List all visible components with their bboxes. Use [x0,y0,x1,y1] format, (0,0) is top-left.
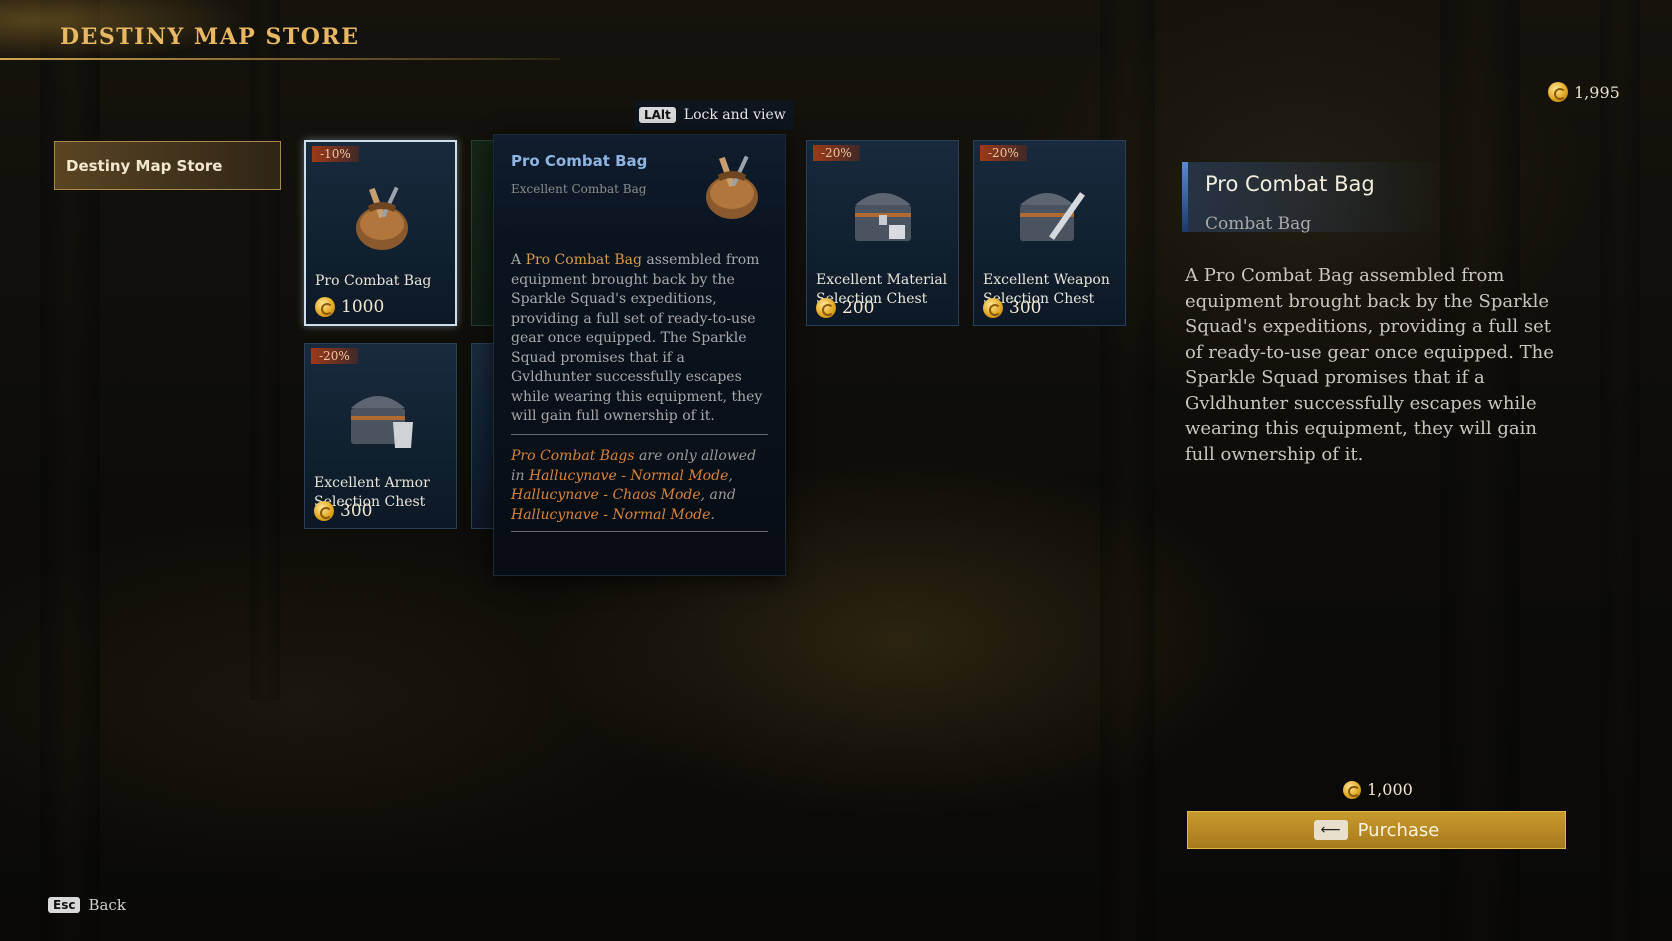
hint-label: Lock and view [683,107,786,123]
highlighted-item-name: Pro Combat Bag [525,252,642,268]
discount-badge: -20% [980,145,1027,161]
tooltip-description: A Pro Combat Bag assembled from equipmen… [511,252,763,424]
currency-amount: 1,995 [1574,82,1620,102]
item-price: 300 [983,298,1041,318]
tooltip-title: Pro Combat Bag [511,152,648,170]
purchase-price: 1,000 [1343,780,1413,799]
discount-badge: -20% [311,348,358,364]
title-underline [0,58,560,60]
esc-key: Esc [48,897,81,913]
coin-icon [314,501,334,521]
purchase-label: Purchase [1357,819,1440,841]
lock-and-view-hint: LAlt Lock and view [635,100,794,130]
divider [511,434,768,435]
price-value: 300 [1009,298,1042,318]
item-price: 300 [314,501,372,521]
coin-icon [1548,82,1568,102]
purchase-button[interactable]: ⟵ Purchase [1187,811,1566,849]
coin-icon [315,297,335,317]
store-item-pro-combat-bag[interactable]: -10% Pro Combat Bag 1000 [304,140,457,326]
coin-icon [983,298,1003,318]
store-item-armor-chest[interactable]: -20% Excellent Armor Selection Chest 300 [304,343,457,529]
store-item-material-chest[interactable]: -20% Excellent Material Selection Chest … [806,140,959,326]
discount-badge: -10% [312,146,359,162]
back-label: Back [88,896,126,914]
back-button[interactable]: Esc Back [48,896,126,914]
price-value: 1,000 [1367,780,1413,799]
detail-description: A Pro Combat Bag assembled from equipmen… [1185,265,1554,465]
tooltip-subtitle: Excellent Combat Bag [511,182,647,196]
item-tooltip: Pro Combat Bag Excellent Combat Bag A Pr… [493,134,786,576]
discount-badge: -20% [813,145,860,161]
tooltip-restriction-note: Pro Combat Bags are only allowed in Hall… [511,448,757,523]
page-title: DESTINY MAP STORE [60,24,360,50]
combat-bag-icon [356,186,408,250]
price-value: 300 [340,501,373,521]
combat-bag-icon [706,155,758,219]
weapon-chest-icon [1020,192,1085,241]
item-price: 200 [816,298,874,318]
sidebar-tab-destiny-map-store[interactable]: Destiny Map Store [54,141,281,190]
store-item-weapon-chest[interactable]: -20% Excellent Weapon Selection Chest 30… [973,140,1126,326]
sidebar-tab-label: Destiny Map Store [66,156,223,175]
coin-icon [816,298,836,318]
detail-subtitle: Combat Bag [1205,214,1312,234]
armor-chest-icon [351,396,413,448]
enter-key-icon: ⟵ [1313,820,1348,840]
divider [511,531,768,532]
lalt-key: LAlt [639,107,676,123]
chest-icon [855,193,911,241]
detail-accent-bar [1182,162,1188,232]
coin-icon [1343,780,1361,799]
price-value: 200 [842,298,875,318]
detail-title: Pro Combat Bag [1205,172,1375,196]
currency-balance: 1,995 [1548,82,1620,102]
item-price: 1000 [315,297,384,317]
item-name: Pro Combat Bag [315,273,432,289]
price-value: 1000 [341,297,385,317]
